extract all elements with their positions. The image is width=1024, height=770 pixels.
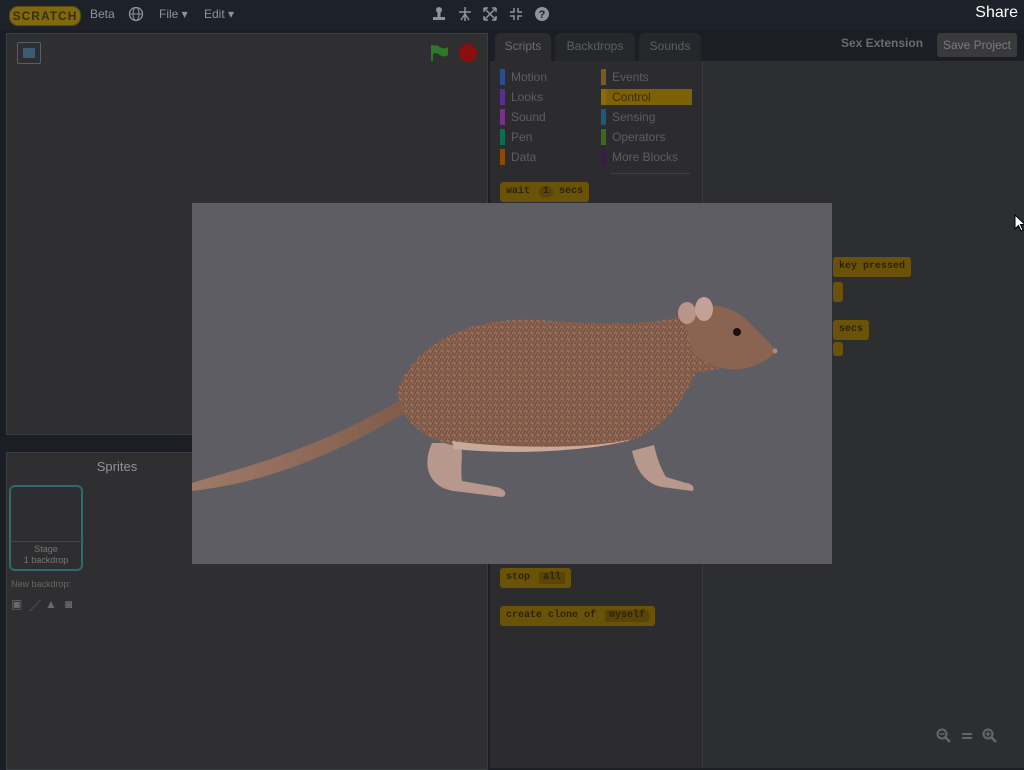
mouse-cursor-icon <box>1014 214 1024 232</box>
zoom-reset-icon[interactable] <box>959 728 975 744</box>
wait-block-unit: secs <box>559 186 584 197</box>
edit-menu[interactable]: Edit ▾ <box>204 7 234 21</box>
zoom-in-icon[interactable] <box>982 728 998 744</box>
beta-label: Beta <box>90 7 115 21</box>
green-flag-icon[interactable] <box>429 44 449 62</box>
wait-block-input[interactable]: 1 <box>539 186 554 198</box>
svg-text:?: ? <box>539 9 546 21</box>
stop-block-dropdown[interactable]: all <box>539 572 566 584</box>
duplicate-stamp-icon[interactable] <box>431 6 447 22</box>
tab-scripts[interactable]: Scripts <box>495 33 551 61</box>
help-icon[interactable]: ? <box>534 6 550 22</box>
share-button[interactable]: Share <box>975 4 1018 22</box>
file-menu[interactable]: File ▾ <box>159 7 188 21</box>
stage-thumbnail-label: Stage 1 backdrop <box>11 541 81 566</box>
category-more-blocks[interactable]: More Blocks <box>601 149 692 165</box>
create-clone-block[interactable]: create clone of myself <box>500 606 656 626</box>
extension-title: Sex Extension <box>841 36 924 50</box>
tab-backdrops[interactable]: Backdrops <box>555 33 635 61</box>
rat-image <box>192 297 778 497</box>
key-pressed-block[interactable]: key pressed <box>833 257 912 277</box>
save-project-button[interactable]: Save Project <box>937 33 1017 57</box>
create-clone-label: create clone of <box>506 610 597 621</box>
category-events[interactable]: Events <box>601 69 692 85</box>
category-operators[interactable]: Operators <box>601 129 692 145</box>
script-block-stub-2[interactable] <box>833 342 843 356</box>
category-data[interactable]: Data <box>500 149 547 165</box>
category-pen[interactable]: Pen <box>500 129 547 145</box>
category-sensing[interactable]: Sensing <box>601 109 692 125</box>
category-sound[interactable]: Sound <box>500 109 547 125</box>
shrink-icon[interactable] <box>508 6 524 22</box>
stop-block[interactable]: stop all <box>500 568 572 588</box>
delete-scissors-icon[interactable] <box>457 6 473 22</box>
globe-icon[interactable] <box>128 6 144 22</box>
new-backdrop-label: New backdrop: <box>11 579 72 589</box>
palette-divider <box>610 173 690 174</box>
media-preview-modal[interactable] <box>192 203 832 564</box>
tab-sounds[interactable]: Sounds <box>639 33 701 61</box>
scratch-logo[interactable]: SCRATCH <box>9 6 81 26</box>
category-control[interactable]: Control <box>601 89 692 105</box>
backdrop-library-icon[interactable]: ▣ <box>11 597 27 611</box>
stage-backdrop-count: 1 backdrop <box>23 555 69 565</box>
stop-icon[interactable] <box>459 44 477 62</box>
category-motion[interactable]: Motion <box>500 69 547 85</box>
stage-thumbnail[interactable]: Stage 1 backdrop <box>9 485 83 571</box>
category-looks[interactable]: Looks <box>500 89 547 105</box>
menu-bar: SCRATCH Beta File ▾ Edit ▾ ? Share <box>0 0 1024 30</box>
wait-block[interactable]: wait 1 secs <box>500 182 590 202</box>
wait-block-label: wait <box>506 186 531 197</box>
upload-icon[interactable]: ▲ <box>45 597 61 611</box>
category-list-left: Motion Looks Sound Pen Data <box>500 69 547 165</box>
paint-brush-icon[interactable]: ／ <box>29 597 45 613</box>
grow-icon[interactable] <box>482 6 498 22</box>
secs-block[interactable]: secs <box>833 320 870 340</box>
category-list-right: Events Control Sensing Operators More Bl… <box>601 69 692 165</box>
script-block-stub[interactable] <box>833 282 843 302</box>
stage-label: Stage <box>34 544 58 554</box>
stop-block-label: stop <box>506 572 531 583</box>
camera-icon[interactable]: ◙ <box>65 597 81 611</box>
create-clone-dropdown[interactable]: myself <box>605 610 650 622</box>
fullscreen-icon[interactable] <box>17 42 41 64</box>
zoom-out-icon[interactable] <box>936 728 952 744</box>
